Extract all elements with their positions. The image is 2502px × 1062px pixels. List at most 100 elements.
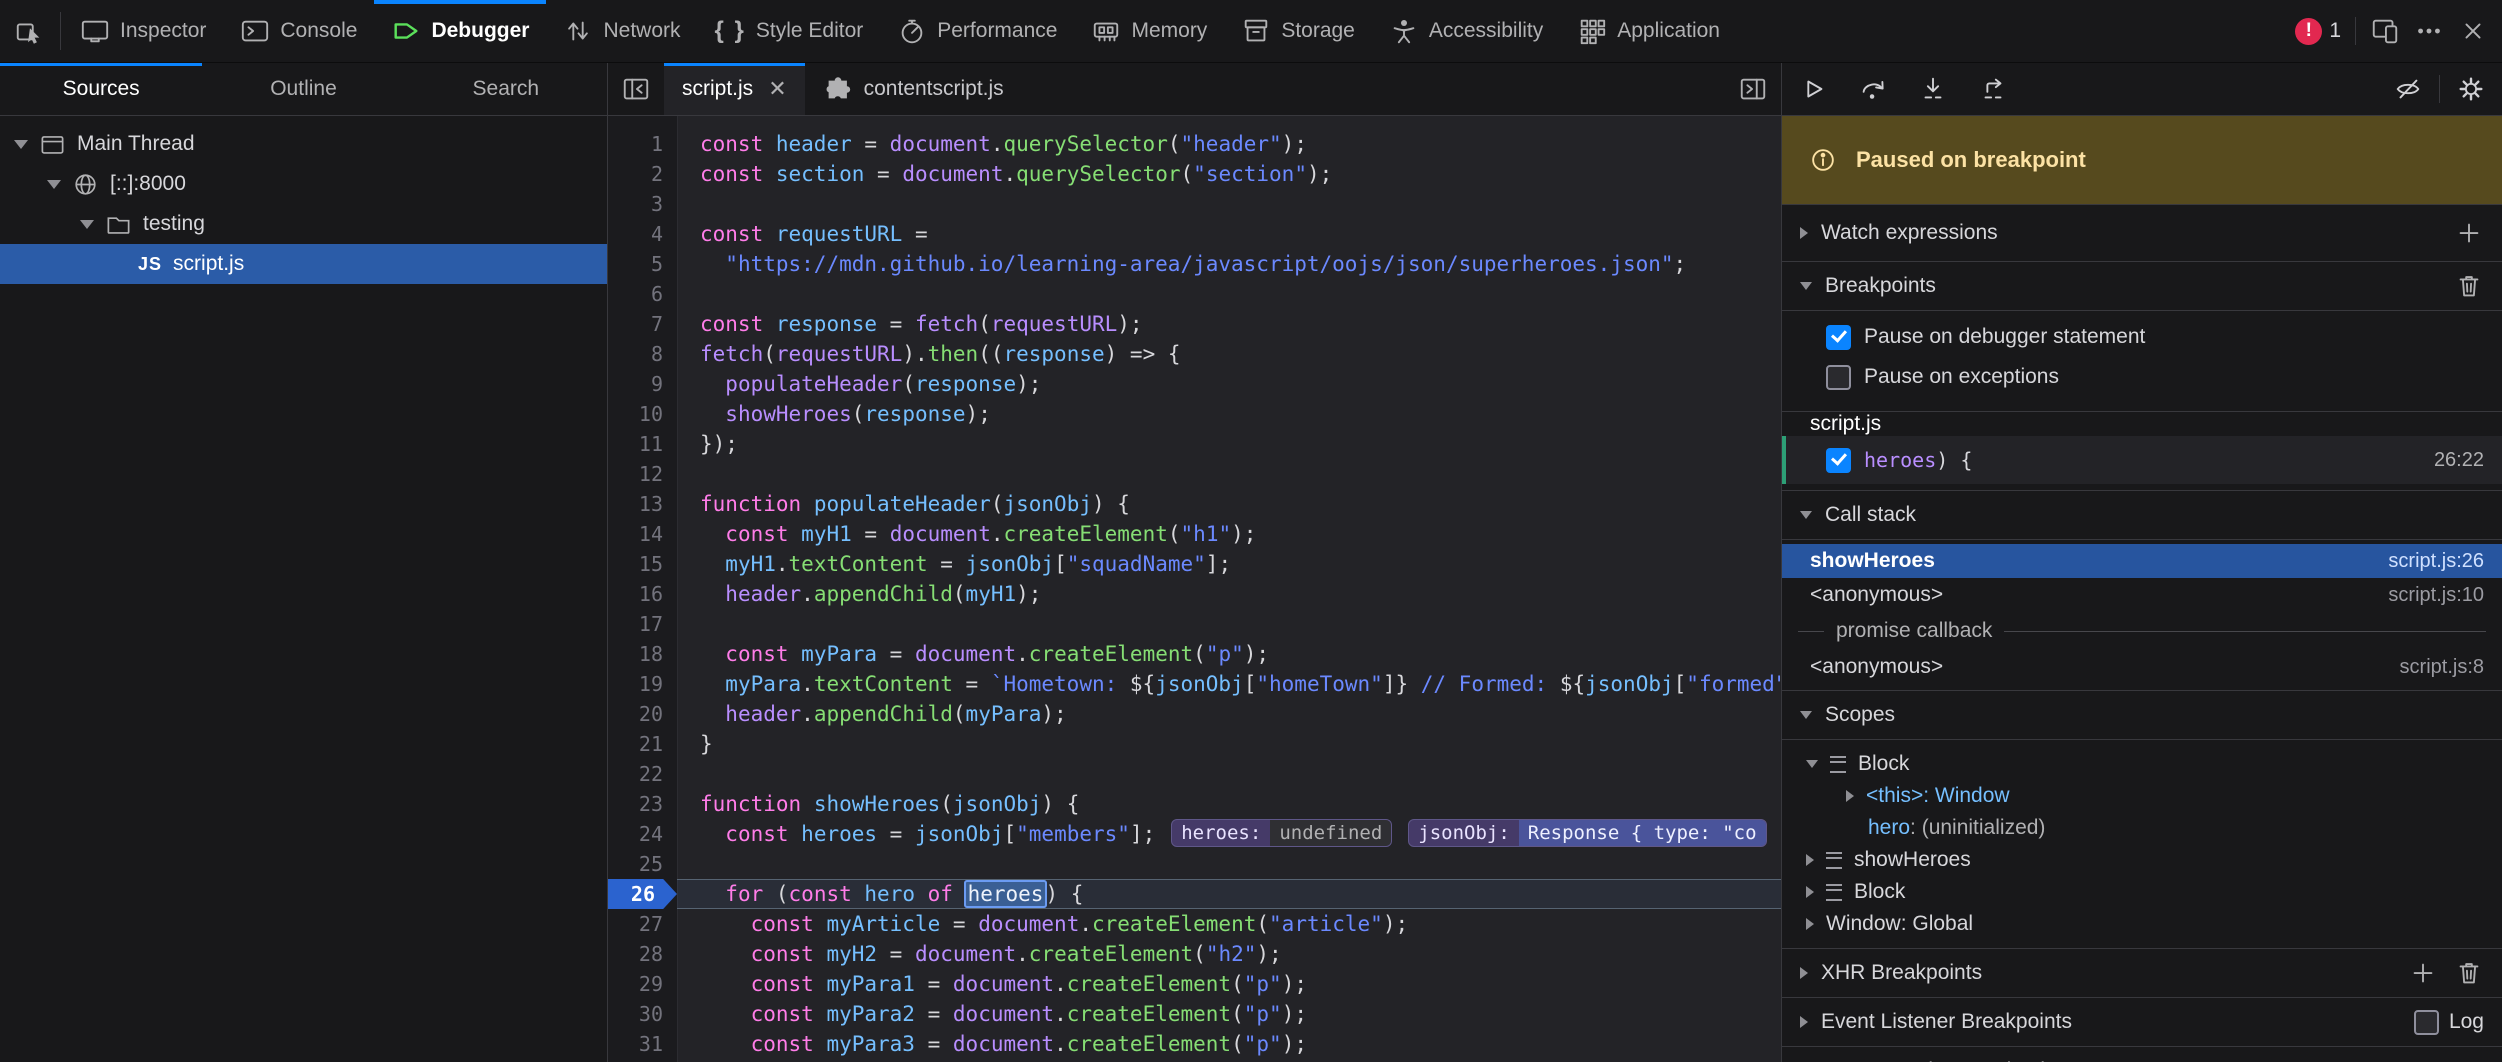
devtools-menu-button[interactable]	[2414, 16, 2444, 46]
close-devtools-button[interactable]	[2458, 16, 2488, 46]
code-line[interactable]: 28 const myH2 = document.createElement("…	[608, 939, 1781, 969]
toolbar-tab-inspector[interactable]: Inspector	[63, 0, 223, 62]
code-line[interactable]: 6	[608, 279, 1781, 309]
line-number[interactable]: 1	[608, 129, 677, 159]
line-number[interactable]: 10	[608, 399, 677, 429]
code-line[interactable]: 15 myH1.textContent = jsonObj["squadName…	[608, 549, 1781, 579]
editor-tab-contentscriptjs[interactable]: contentscript.js	[805, 63, 1022, 115]
line-number[interactable]: 2	[608, 159, 677, 189]
code-line[interactable]: 16 header.appendChild(myH1);	[608, 579, 1781, 609]
code-line[interactable]: 1const header = document.querySelector("…	[608, 129, 1781, 159]
code-line[interactable]: 3	[608, 189, 1781, 219]
line-number[interactable]: 24	[608, 819, 677, 849]
chevron-right-icon[interactable]	[1806, 854, 1814, 866]
remove-all-xhr-breakpoints-button[interactable]	[2454, 958, 2484, 988]
scope-row[interactable]: hero: (uninitialized)	[1782, 812, 2502, 844]
toolbar-tab-network[interactable]: Network	[546, 0, 697, 62]
line-number[interactable]: 12	[608, 459, 677, 489]
line-number[interactable]: 28	[608, 939, 677, 969]
paused-line-marker[interactable]: 26	[608, 879, 677, 909]
scope-row[interactable]: showHeroes	[1782, 844, 2502, 876]
line-number[interactable]: 8	[608, 339, 677, 369]
line-number[interactable]: 17	[608, 609, 677, 639]
code-line[interactable]: 7const response = fetch(requestURL);	[608, 309, 1781, 339]
code-line[interactable]: 30 const myPara2 = document.createElemen…	[608, 999, 1781, 1029]
line-number[interactable]: 6	[608, 279, 677, 309]
remove-all-breakpoints-button[interactable]	[2454, 271, 2484, 301]
toolbar-tab-memory[interactable]: Memory	[1074, 0, 1224, 62]
blackbox-source-button[interactable]	[2393, 74, 2423, 104]
chevron-right-icon[interactable]	[1806, 918, 1814, 930]
xhr-breakpoints-header[interactable]: XHR Breakpoints	[1782, 948, 2502, 997]
code-line[interactable]: 25	[608, 849, 1781, 879]
call-stack-frame[interactable]: <anonymous>script.js:8	[1782, 650, 2502, 684]
pick-element-button[interactable]	[0, 0, 58, 62]
toolbar-tab-debugger[interactable]: Debugger	[374, 0, 546, 62]
code-line[interactable]: 10 showHeroes(response);	[608, 399, 1781, 429]
responsive-design-mode-button[interactable]	[2370, 16, 2400, 46]
line-number[interactable]: 20	[608, 699, 677, 729]
code-line[interactable]: 8fetch(requestURL).then((response) => {	[608, 339, 1781, 369]
scopes-header[interactable]: Scopes	[1782, 690, 2502, 740]
step-over-button[interactable]	[1858, 74, 1888, 104]
log-event-listeners-checkbox[interactable]	[2414, 1010, 2439, 1035]
collapse-sidebar-button[interactable]	[608, 63, 664, 115]
code-line[interactable]: 4const requestURL =	[608, 219, 1781, 249]
code-line[interactable]: 12	[608, 459, 1781, 489]
scope-row[interactable]: Window: Global	[1782, 908, 2502, 940]
line-number[interactable]: 11	[608, 429, 677, 459]
line-number[interactable]: 5	[608, 249, 677, 279]
close-tab-icon[interactable]: ✕	[768, 76, 786, 102]
editor-tab-scriptjs[interactable]: script.js ✕	[664, 63, 805, 115]
code-line[interactable]: 20 header.appendChild(myPara);	[608, 699, 1781, 729]
line-number[interactable]: 29	[608, 969, 677, 999]
breakpoint-source-label[interactable]: script.js	[1782, 412, 2502, 436]
toolbar-tab-application[interactable]: Application	[1560, 0, 1737, 62]
checkbox-checked[interactable]	[1826, 325, 1851, 350]
checkbox-unchecked[interactable]	[1826, 365, 1851, 390]
resume-button[interactable]	[1798, 74, 1828, 104]
call-stack-group[interactable]: promise callback	[1782, 612, 2502, 650]
line-number[interactable]: 18	[608, 639, 677, 669]
code-line[interactable]: 13function populateHeader(jsonObj) {	[608, 489, 1781, 519]
line-number[interactable]: 25	[608, 849, 677, 879]
line-number[interactable]: 19	[608, 669, 677, 699]
call-stack-frame[interactable]: <anonymous>script.js:10	[1782, 578, 2502, 612]
chevron-right-icon[interactable]	[1806, 886, 1814, 898]
line-number[interactable]: 27	[608, 909, 677, 939]
code-line[interactable]: 18 const myPara = document.createElement…	[608, 639, 1781, 669]
code-line[interactable]: 9 populateHeader(response);	[608, 369, 1781, 399]
tree-item-testing[interactable]: testing	[0, 204, 607, 244]
code-line[interactable]: 5 "https://mdn.github.io/learning-area/j…	[608, 249, 1781, 279]
code-line[interactable]: 2const section = document.querySelector(…	[608, 159, 1781, 189]
code-line[interactable]: 22	[608, 759, 1781, 789]
chevron-down-icon[interactable]	[1806, 760, 1818, 768]
chevron-down-icon[interactable]	[80, 220, 94, 229]
code-line[interactable]: 17	[608, 609, 1781, 639]
toolbar-tab-style-editor[interactable]: { }Style Editor	[698, 0, 881, 62]
breakpoint-option[interactable]: Pause on exceptions	[1782, 357, 2502, 397]
toolbar-tab-accessibility[interactable]: Accessibility	[1372, 0, 1560, 62]
chevron-right-icon[interactable]	[1846, 790, 1854, 802]
line-number[interactable]: 31	[608, 1029, 677, 1059]
line-number[interactable]: 7	[608, 309, 677, 339]
scope-row[interactable]: <this>: Window	[1782, 780, 2502, 812]
call-stack-header[interactable]: Call stack	[1782, 490, 2502, 540]
line-number[interactable]: 9	[608, 369, 677, 399]
tab-search[interactable]: Search	[405, 63, 607, 115]
breakpoint-entry[interactable]: heroes) {26:22	[1782, 436, 2502, 484]
line-number[interactable]: 23	[608, 789, 677, 819]
code-line[interactable]: 31 const myPara3 = document.createElemen…	[608, 1029, 1781, 1059]
scope-row[interactable]: Block	[1782, 748, 2502, 780]
toolbar-tab-performance[interactable]: Performance	[880, 0, 1074, 62]
add-watch-expression-button[interactable]	[2454, 218, 2484, 248]
call-stack-frame[interactable]: showHeroesscript.js:26	[1782, 544, 2502, 578]
code-line[interactable]: 11});	[608, 429, 1781, 459]
code-line[interactable]: 14 const myH1 = document.createElement("…	[608, 519, 1781, 549]
chevron-down-icon[interactable]	[14, 140, 28, 149]
chevron-down-icon[interactable]	[47, 180, 61, 189]
line-number[interactable]: 13	[608, 489, 677, 519]
add-xhr-breakpoint-button[interactable]	[2408, 958, 2438, 988]
toolbar-tab-storage[interactable]: Storage	[1224, 0, 1372, 62]
watch-expressions-header[interactable]: Watch expressions	[1782, 204, 2502, 261]
